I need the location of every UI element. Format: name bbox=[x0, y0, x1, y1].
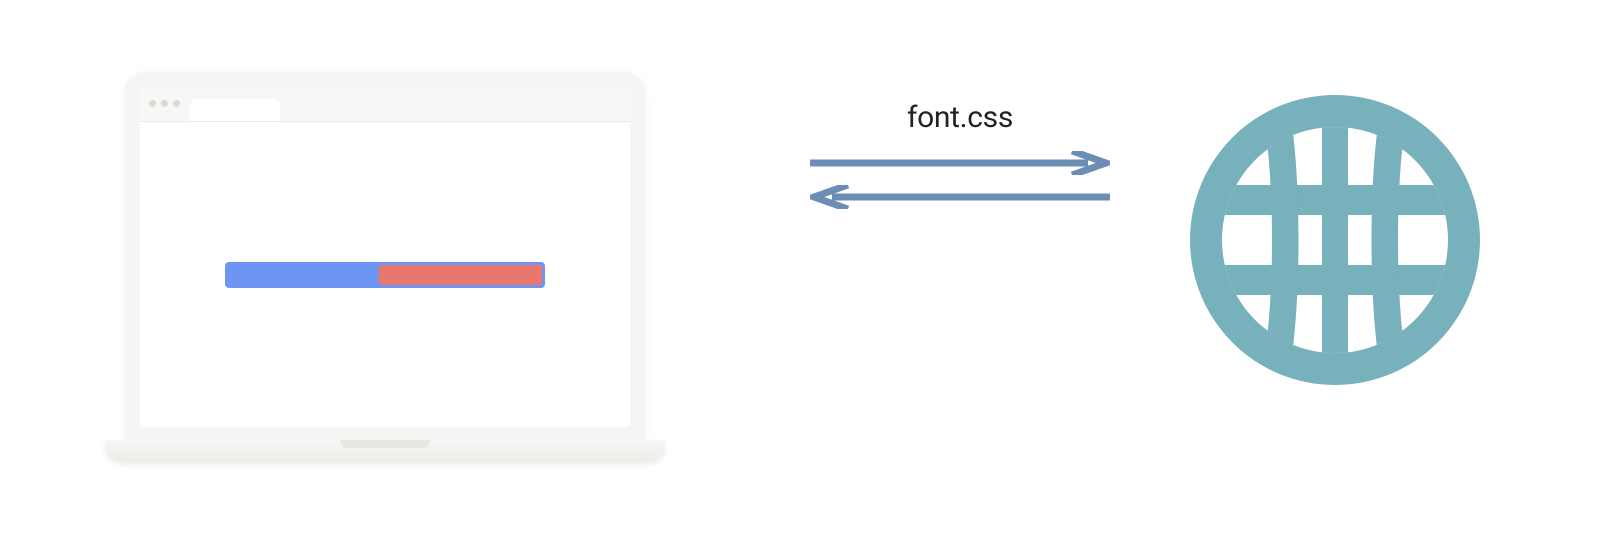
traffic-light-dot bbox=[173, 100, 180, 107]
exchange-arrows: font.css bbox=[810, 100, 1110, 207]
browser-page bbox=[139, 122, 631, 428]
exchange-label: font.css bbox=[907, 100, 1013, 135]
progress-bar bbox=[225, 262, 545, 288]
traffic-light-dot bbox=[149, 100, 156, 107]
laptop-base bbox=[105, 440, 665, 462]
laptop-screen bbox=[139, 86, 631, 428]
laptop-screen-bezel bbox=[125, 72, 645, 442]
laptop bbox=[105, 72, 665, 492]
arrow-left-icon bbox=[810, 185, 1110, 207]
arrow-right-icon bbox=[810, 151, 1110, 173]
traffic-light-dot bbox=[161, 100, 168, 107]
progress-bar-fill bbox=[379, 265, 542, 285]
browser-chrome bbox=[139, 86, 631, 122]
browser-tab bbox=[190, 99, 280, 121]
globe-icon bbox=[1185, 90, 1485, 390]
laptop-notch bbox=[340, 440, 430, 448]
traffic-lights bbox=[149, 100, 180, 107]
